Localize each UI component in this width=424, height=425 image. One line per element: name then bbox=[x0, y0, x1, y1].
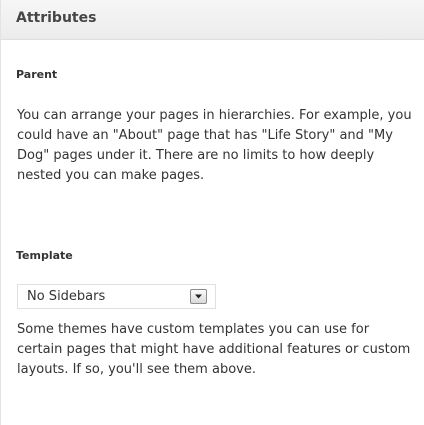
template-help-text: Some themes have custom templates you ca… bbox=[17, 322, 411, 377]
chevron-down-icon[interactable] bbox=[190, 289, 207, 304]
parent-help-text: You can arrange your pages in hierarchie… bbox=[17, 108, 412, 183]
template-select-value: No Sidebars bbox=[27, 289, 106, 304]
panel-title: Attributes bbox=[16, 10, 97, 26]
template-label: Template bbox=[16, 249, 73, 262]
chevron-down-icon-glyph bbox=[195, 294, 202, 299]
attributes-panel: Attributes Parent You can arrange your p… bbox=[0, 0, 424, 425]
template-select[interactable]: No Sidebars bbox=[17, 284, 216, 309]
panel-header[interactable]: Attributes bbox=[1, 0, 424, 40]
parent-label: Parent bbox=[16, 68, 58, 81]
